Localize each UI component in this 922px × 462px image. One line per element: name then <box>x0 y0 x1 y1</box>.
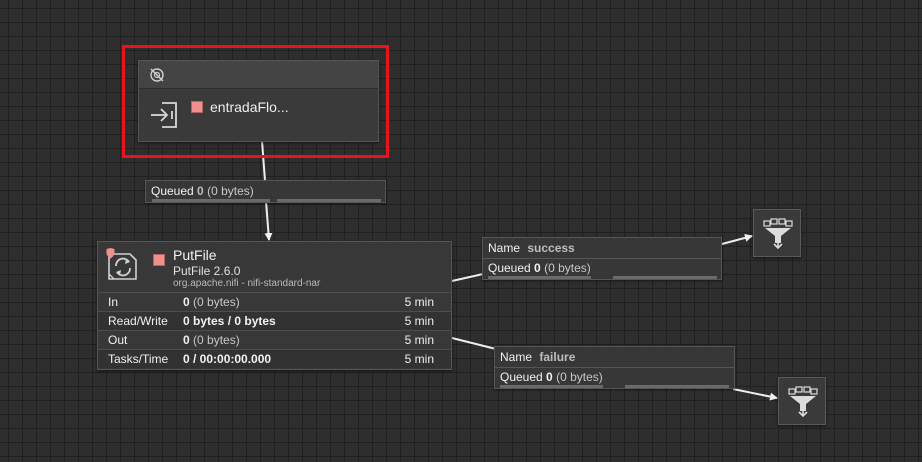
relationship-name: success <box>527 241 575 255</box>
stat-label: Out <box>108 333 128 347</box>
connection-label-success[interactable]: Name success Queued 0 (0 bytes) <box>482 237 722 280</box>
stopped-status-icon <box>153 254 165 266</box>
funnel-success[interactable] <box>753 209 801 257</box>
queued-label: Queued <box>500 370 543 384</box>
stat-label: Read/Write <box>108 314 168 328</box>
queued-count: 0 <box>197 184 204 198</box>
name-label: Name <box>488 241 521 255</box>
processor-type: PutFile 2.6.0 <box>173 264 241 278</box>
selection-highlight <box>122 45 389 158</box>
stat-value-rest: (0 bytes) <box>193 333 240 347</box>
stat-value: 0 <box>183 295 190 309</box>
funnel-icon <box>763 218 793 249</box>
funnel-icon <box>788 386 818 417</box>
stat-time: 5 min <box>404 352 434 366</box>
queue-bar-size <box>625 385 729 388</box>
processor-putfile[interactable]: PutFile PutFile 2.6.0 org.apache.nifi - … <box>97 241 452 370</box>
funnel-failure[interactable] <box>778 377 826 425</box>
stat-row-out: Out 0 (0 bytes) 5 min <box>98 330 451 349</box>
stat-value: 0 bytes / 0 bytes <box>183 314 276 328</box>
name-label: Name <box>500 350 533 364</box>
stat-value: 0 / 00:00:00.000 <box>183 352 272 366</box>
stat-value: 0 <box>183 333 190 347</box>
stat-label: In <box>108 295 119 309</box>
stat-row-read-write: Read/Write 0 bytes / 0 bytes 5 min <box>98 311 451 330</box>
stat-time: 5 min <box>404 295 434 309</box>
stat-row-in: In 0 (0 bytes) 5 min <box>98 292 451 311</box>
relationship-name: failure <box>539 350 576 364</box>
queued-size: (0 bytes) <box>556 370 603 384</box>
queue-label-top[interactable]: Queued 0 (0 bytes) <box>145 180 386 203</box>
queue-bar-count <box>500 385 603 388</box>
queued-size: (0 bytes) <box>207 184 254 198</box>
queued-label: Queued <box>488 261 531 275</box>
queued-label: Queued <box>151 184 194 198</box>
queue-bar-size <box>613 276 717 279</box>
queue-bar-size <box>277 199 381 202</box>
queue-bar-count <box>152 199 270 202</box>
stat-label: Tasks/Time <box>108 352 169 366</box>
processor-bundle: org.apache.nifi - nifi-standard-nar <box>173 278 321 289</box>
queued-count: 0 <box>546 370 553 384</box>
stat-time: 5 min <box>404 333 434 347</box>
stat-time: 5 min <box>404 314 434 328</box>
connection-label-failure[interactable]: Name failure Queued 0 (0 bytes) <box>494 346 735 389</box>
queue-bar-count <box>488 276 591 279</box>
stat-value-rest: (0 bytes) <box>193 295 240 309</box>
processor-name: PutFile <box>173 247 217 263</box>
stat-row-tasks-time: Tasks/Time 0 / 00:00:00.000 5 min <box>98 349 451 368</box>
queued-count: 0 <box>534 261 541 275</box>
queued-size: (0 bytes) <box>544 261 591 275</box>
restricted-shield-icon <box>106 248 115 259</box>
